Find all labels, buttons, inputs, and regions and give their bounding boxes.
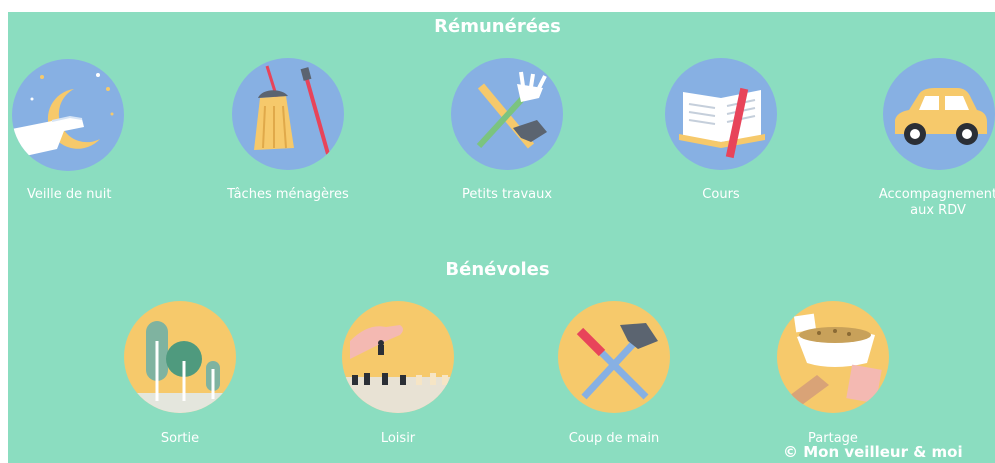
hammer-screwdriver-icon bbox=[558, 301, 670, 413]
service-label-line2: aux RDV bbox=[910, 203, 966, 218]
service-label: Coup de main bbox=[568, 431, 660, 446]
tools-icon bbox=[451, 58, 563, 170]
chess-icon bbox=[342, 301, 454, 413]
service-label: Tâches ménagères bbox=[227, 187, 349, 202]
section-title-paid: Rémunérées bbox=[434, 16, 561, 37]
service-label: Petits travaux bbox=[461, 187, 553, 202]
book-icon bbox=[665, 58, 777, 170]
food-bowl-icon bbox=[777, 301, 889, 413]
broom-icon bbox=[232, 58, 344, 170]
moon-icon bbox=[12, 59, 124, 171]
service-label: Cours bbox=[702, 187, 740, 202]
copyright-watermark: © Mon veilleur & moi bbox=[783, 443, 963, 461]
service-label: Sortie bbox=[160, 431, 200, 446]
service-label: Loisir bbox=[380, 431, 416, 446]
section-title-volunteer: Bénévoles bbox=[445, 259, 550, 280]
service-label: Veille de nuit bbox=[27, 187, 112, 202]
trees-icon bbox=[124, 301, 236, 413]
car-icon bbox=[883, 58, 995, 170]
service-label: Accompagnement aux RDV bbox=[876, 187, 995, 219]
service-label-line1: Accompagnement bbox=[878, 187, 995, 202]
